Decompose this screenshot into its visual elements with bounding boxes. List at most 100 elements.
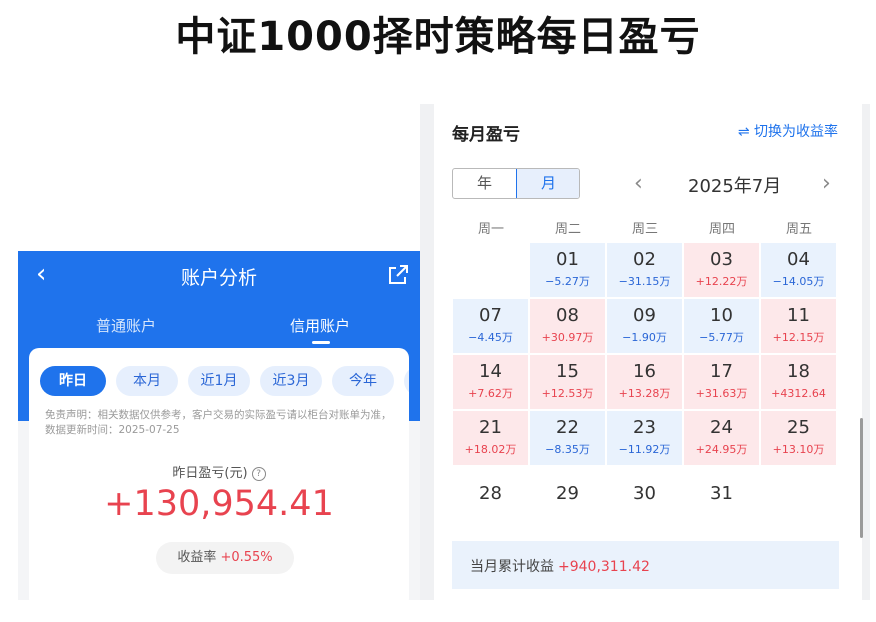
- switch-to-rate-link[interactable]: ⇌ 切换为收益率: [738, 121, 838, 141]
- right-gutter: [862, 104, 870, 600]
- account-analysis-panel: ‹ 账户分析 普通账户 信用账户 昨日 本月 近1月 近3月 今年 免责声明：相…: [18, 251, 420, 600]
- calendar-day-cell[interactable]: 25 +13.10万: [761, 411, 836, 465]
- pill-this-year[interactable]: 今年: [332, 366, 394, 396]
- calendar-day-number: 01: [556, 249, 579, 270]
- calendar-day-number: 24: [710, 417, 733, 438]
- help-icon[interactable]: ?: [251, 467, 266, 481]
- calendar-day-cell[interactable]: 18 +4312.64: [761, 355, 836, 409]
- calendar-day-cell[interactable]: 17 +31.63万: [684, 355, 759, 409]
- calendar-day-amount: +18.02万: [464, 443, 517, 456]
- calendar-day-amount: −14.05万: [772, 275, 825, 288]
- calendar-day-cell[interactable]: 02 −31.15万: [607, 243, 682, 297]
- weekday-wed: 周三: [631, 222, 658, 237]
- weekday-fri: 周五: [785, 222, 812, 237]
- calendar-day-number: 11: [787, 305, 810, 326]
- calendar-day-cell[interactable]: 31: [684, 467, 759, 521]
- calendar-day-amount: −5.27万: [545, 275, 590, 288]
- calendar-day-number: 28: [479, 483, 502, 504]
- share-icon[interactable]: [386, 263, 410, 287]
- tab-regular-account[interactable]: 普通账户: [96, 315, 156, 336]
- calendar-day-cell[interactable]: 15 +12.53万: [530, 355, 605, 409]
- prev-month-icon[interactable]: ‹: [634, 171, 643, 196]
- scrollbar[interactable]: [860, 418, 863, 538]
- calendar-day-amount: +12.53万: [541, 387, 594, 400]
- calendar-day-amount: +12.22万: [695, 275, 748, 288]
- rate-label: 收益率: [177, 550, 217, 565]
- calendar-day-number: 16: [633, 361, 656, 382]
- calendar-day-number: 04: [787, 249, 810, 270]
- month-summary: 当月累计收益 +940,311.42: [452, 541, 839, 589]
- calendar-day-cell[interactable]: 07 −4.45万: [453, 299, 528, 353]
- calendar-day-number: 08: [556, 305, 579, 326]
- pill-last-3-months[interactable]: 近3月: [260, 366, 322, 396]
- left-gutter: [420, 104, 434, 600]
- calendar-day-number: 02: [633, 249, 656, 270]
- disclaimer: 免责声明：相关数据仅供参考，客户交易的实际盈亏请以柜台对账单为准，数据更新时间：…: [45, 409, 392, 436]
- page-title: 中证1000择时策略每日盈亏: [175, 14, 701, 60]
- monthly-profit-title: 每月盈亏: [452, 125, 520, 145]
- pill-this-month[interactable]: 本月: [116, 366, 178, 396]
- calendar-day-cell[interactable]: 16 +13.28万: [607, 355, 682, 409]
- calendar-day-cell[interactable]: 21 +18.02万: [453, 411, 528, 465]
- calendar-day-cell[interactable]: 09 −1.90万: [607, 299, 682, 353]
- calendar-day-cell[interactable]: 22 −8.35万: [530, 411, 605, 465]
- pill-yesterday[interactable]: 昨日: [40, 366, 106, 396]
- calendar-day-cell[interactable]: 03 +12.22万: [684, 243, 759, 297]
- calendar-day-cell[interactable]: 23 −11.92万: [607, 411, 682, 465]
- summary-value: +940,311.42: [558, 559, 650, 575]
- pill-last-1-month[interactable]: 近1月: [188, 366, 250, 396]
- view-month-button[interactable]: 月: [516, 169, 579, 198]
- calendar-day-amount: −31.15万: [618, 275, 671, 288]
- summary-label: 当月累计收益: [470, 559, 554, 575]
- calendar-day-cell[interactable]: 01 −5.27万: [530, 243, 605, 297]
- calendar-day-number: 29: [556, 483, 579, 504]
- weekday-mon: 周一: [477, 222, 504, 237]
- calendar-day-number: 09: [633, 305, 656, 326]
- yesterday-label: 昨日盈亏(元): [172, 466, 248, 481]
- calendar-day-cell[interactable]: 24 +24.95万: [684, 411, 759, 465]
- profit-card: 昨日 本月 近1月 近3月 今年 免责声明：相关数据仅供参考，客户交易的实际盈亏…: [29, 348, 409, 600]
- calendar-day-number: 17: [710, 361, 733, 382]
- yesterday-label-row: 昨日盈亏(元)?: [29, 462, 409, 481]
- calendar-day-cell[interactable]: 14 +7.62万: [453, 355, 528, 409]
- view-year-button[interactable]: 年: [453, 169, 516, 198]
- calendar-day-amount: +4312.64: [771, 387, 826, 400]
- view-mode-toggle: 年 月: [452, 168, 580, 199]
- calendar-day-number: 21: [479, 417, 502, 438]
- calendar-day-amount: +31.63万: [695, 387, 748, 400]
- calendar-day-amount: +24.95万: [695, 443, 748, 456]
- calendar-day-number: 23: [633, 417, 656, 438]
- calendar-day-amount: +13.10万: [772, 443, 825, 456]
- calendar-day-amount: +13.28万: [618, 387, 671, 400]
- nav-bar: ‹ 账户分析: [18, 251, 420, 299]
- pill-more[interactable]: [404, 366, 409, 396]
- calendar-day-amount: +12.15万: [772, 331, 825, 344]
- weekday-header: 周一 周二 周三 周四 周五: [453, 218, 839, 238]
- month-label: 2025年7月: [688, 176, 782, 197]
- rate-value: +0.55%: [220, 550, 273, 565]
- calendar-day-cell[interactable]: 28: [453, 467, 528, 521]
- calendar-day-amount: −8.35万: [545, 443, 590, 456]
- nav-title: 账户分析: [180, 267, 257, 289]
- calendar-day-amount: −1.90万: [622, 331, 667, 344]
- tab-credit-account[interactable]: 信用账户: [290, 315, 350, 336]
- weekday-thu: 周四: [708, 222, 735, 237]
- calendar-day-cell[interactable]: 08 +30.97万: [530, 299, 605, 353]
- calendar-day-number: 18: [787, 361, 810, 382]
- calendar-day-amount: +7.62万: [468, 387, 513, 400]
- calendar-day-number: 30: [633, 483, 656, 504]
- next-month-icon[interactable]: ›: [822, 171, 831, 196]
- calendar-day-cell[interactable]: 10 −5.77万: [684, 299, 759, 353]
- calendar-day-number: 22: [556, 417, 579, 438]
- calendar-day-number: 15: [556, 361, 579, 382]
- calendar-day-cell[interactable]: 04 −14.05万: [761, 243, 836, 297]
- calendar-day-number: 03: [710, 249, 733, 270]
- calendar-day-cell[interactable]: 11 +12.15万: [761, 299, 836, 353]
- calendar-day-cell[interactable]: 30: [607, 467, 682, 521]
- account-tabs: 普通账户 信用账户: [18, 311, 420, 345]
- calendar-day-number: 07: [479, 305, 502, 326]
- calendar-day-cell[interactable]: 29: [530, 467, 605, 521]
- period-selector: 昨日 本月 近1月 近3月 今年: [40, 366, 409, 396]
- calendar-day-number: 25: [787, 417, 810, 438]
- calendar-day-number: 31: [710, 483, 733, 504]
